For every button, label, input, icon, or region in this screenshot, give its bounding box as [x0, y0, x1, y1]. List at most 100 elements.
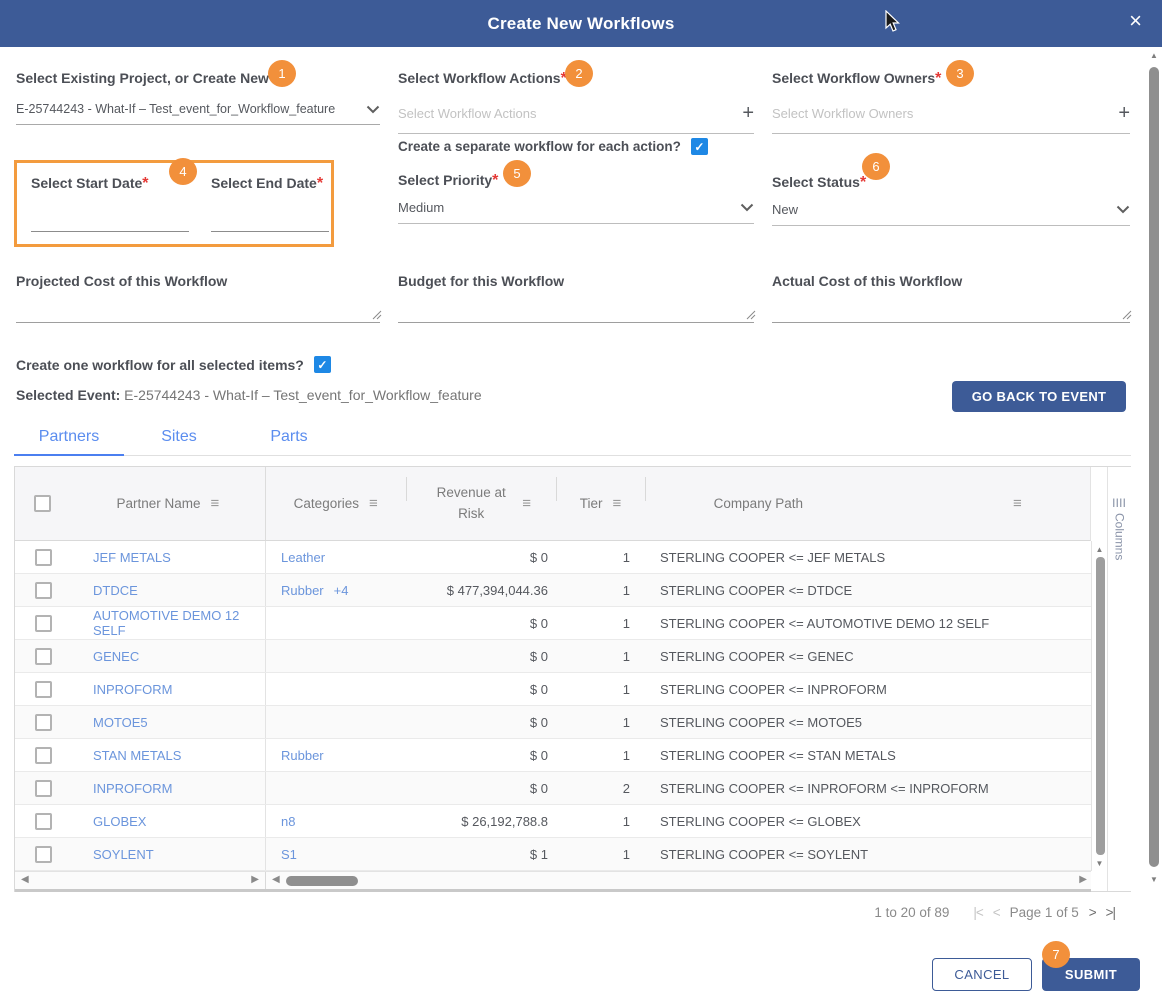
status-select[interactable]: New: [772, 202, 1130, 226]
projected-cost-input[interactable]: [16, 310, 382, 323]
scroll-up-icon[interactable]: ▲: [1146, 51, 1162, 60]
table-vertical-scrollbar[interactable]: ▲ ▼: [1091, 541, 1107, 871]
partner-name-link[interactable]: JEF METALS: [71, 541, 266, 573]
row-checkbox-cell: [15, 706, 71, 738]
cancel-button[interactable]: CANCEL: [932, 958, 1032, 991]
priority-select-value: Medium: [398, 200, 445, 215]
row-checkbox[interactable]: [34, 581, 52, 599]
partner-name-link[interactable]: STAN METALS: [71, 739, 266, 771]
tab-partners[interactable]: Partners: [14, 420, 124, 456]
column-menu-icon[interactable]: ≡: [211, 495, 220, 512]
tab-parts[interactable]: Parts: [234, 420, 344, 456]
select-all-checkbox[interactable]: [34, 495, 52, 512]
resize-handle-icon[interactable]: [372, 310, 382, 320]
project-select[interactable]: E-25744243 - What-If – Test_event_for_Wo…: [16, 102, 380, 125]
row-checkbox[interactable]: [34, 647, 52, 665]
start-date-label: Select Start Date: [31, 175, 143, 191]
column-menu-icon[interactable]: ≡: [612, 495, 621, 512]
column-menu-icon[interactable]: ≡: [522, 495, 531, 512]
end-date-input[interactable]: [211, 231, 329, 232]
tier-cell: 1: [622, 846, 630, 862]
budget-group: Budget for this Workflow: [398, 273, 756, 325]
partner-name-link[interactable]: INPROFORM: [71, 772, 266, 804]
partner-name-link[interactable]: SOYLENT: [71, 838, 266, 870]
partner-name-link[interactable]: GENEC: [71, 640, 266, 672]
one-workflow-checkbox[interactable]: ✓: [313, 356, 331, 373]
revenue-cell: $ 1: [529, 846, 548, 862]
row-checkbox-cell: [15, 607, 71, 639]
row-checkbox[interactable]: [34, 779, 52, 797]
row-checkbox[interactable]: [34, 548, 52, 566]
budget-input[interactable]: [398, 310, 756, 323]
row-checkbox[interactable]: [34, 713, 52, 731]
row-checkbox[interactable]: [34, 614, 52, 632]
category-link[interactable]: S1: [281, 847, 297, 862]
scroll-down-icon[interactable]: ▼: [1092, 859, 1107, 868]
owners-select[interactable]: Select Workflow Owners +: [772, 102, 1130, 134]
row-checkbox[interactable]: [34, 680, 52, 698]
add-action-icon[interactable]: +: [742, 102, 754, 125]
modal-header: Create New Workflows ×: [0, 0, 1162, 47]
company-path-cell: STERLING COOPER <= INPROFORM <= INPROFOR…: [660, 780, 989, 796]
categories-more-link[interactable]: +4: [334, 583, 349, 598]
selected-event-row: Selected Event: E-25744243 - What-If – T…: [16, 387, 482, 403]
pinned-horizontal-scrollbar[interactable]: ◀ ▶: [15, 872, 266, 889]
add-owner-icon[interactable]: +: [1118, 102, 1130, 125]
row-checkbox[interactable]: [34, 812, 52, 830]
prev-page-icon[interactable]: <: [993, 905, 1001, 920]
category-link[interactable]: Rubber: [281, 583, 324, 598]
actual-cost-input[interactable]: [772, 310, 1132, 323]
category-link[interactable]: n8: [281, 814, 295, 829]
categories-cell: [266, 772, 406, 804]
next-page-icon[interactable]: >: [1089, 905, 1097, 920]
scroll-up-icon[interactable]: ▲: [1092, 545, 1107, 554]
partner-name-link[interactable]: AUTOMOTIVE DEMO 12 SELF: [71, 607, 266, 639]
resize-handle-icon[interactable]: [746, 310, 756, 320]
tab-sites[interactable]: Sites: [124, 420, 234, 456]
priority-select[interactable]: Medium: [398, 200, 754, 224]
one-workflow-label: Create one workflow for all selected ite…: [16, 356, 304, 373]
partner-name-link[interactable]: MOTOE5: [71, 706, 266, 738]
column-menu-icon[interactable]: ≡: [1013, 495, 1022, 512]
category-link[interactable]: Rubber: [281, 748, 324, 763]
table-row: AUTOMOTIVE DEMO 12 SELF $ 0 1 STERLING COOP…: [15, 607, 1091, 640]
row-checkbox[interactable]: [34, 746, 52, 764]
scroll-left-icon[interactable]: ◀: [272, 874, 280, 885]
scroll-left-icon[interactable]: ◀: [21, 874, 29, 885]
partner-name-link[interactable]: INPROFORM: [71, 673, 266, 705]
step-badge-6: 6: [862, 153, 890, 180]
actions-select[interactable]: Select Workflow Actions +: [398, 102, 754, 134]
table-row: INPROFORM $ 0 2 STERLING COOPER <= INPROFOR…: [15, 772, 1091, 805]
scroll-right-icon[interactable]: ▶: [1079, 874, 1087, 885]
first-page-icon[interactable]: |<: [973, 905, 983, 920]
columns-panel-tab[interactable]: |||| Columns: [1107, 467, 1131, 891]
resize-handle-icon[interactable]: [1122, 310, 1132, 320]
table-header: Partner Name ≡ Categories ≡ Revenue at R…: [15, 467, 1091, 541]
category-link[interactable]: Leather: [281, 550, 325, 565]
last-page-icon[interactable]: >|: [1106, 905, 1116, 920]
modal-scrollbar-thumb[interactable]: [1149, 67, 1159, 867]
start-date-input[interactable]: [31, 231, 189, 232]
separate-workflow-checkbox[interactable]: ✓: [690, 138, 708, 155]
hscroll-thumb[interactable]: [286, 876, 358, 886]
categories-cell: [266, 706, 406, 738]
main-horizontal-scrollbar[interactable]: ◀ ▶: [266, 872, 1091, 889]
company-path-cell: STERLING COOPER <= SOYLENT: [660, 846, 869, 862]
tier-cell: 1: [622, 582, 630, 598]
partner-name-link[interactable]: GLOBEX: [71, 805, 266, 837]
categories-cell: [266, 673, 406, 705]
scroll-down-icon[interactable]: ▼: [1146, 875, 1162, 884]
partner-name-link[interactable]: DTDCE: [71, 574, 266, 606]
modal-scrollbar[interactable]: ▲ ▼: [1146, 47, 1162, 892]
categories-cell: [266, 640, 406, 672]
status-field-group: Select Status* 6 New: [772, 153, 1130, 226]
row-checkbox[interactable]: [34, 845, 52, 863]
project-field-group: Select Existing Project, or Create New* …: [16, 60, 380, 125]
scroll-right-icon[interactable]: ▶: [251, 874, 259, 885]
one-workflow-row: Create one workflow for all selected ite…: [16, 356, 331, 373]
column-menu-icon[interactable]: ≡: [369, 495, 378, 512]
tier-cell: 1: [622, 648, 630, 664]
table-scrollbar-thumb[interactable]: [1096, 557, 1105, 855]
close-icon[interactable]: ×: [1129, 10, 1142, 32]
go-back-to-event-button[interactable]: GO BACK TO EVENT: [952, 381, 1126, 412]
